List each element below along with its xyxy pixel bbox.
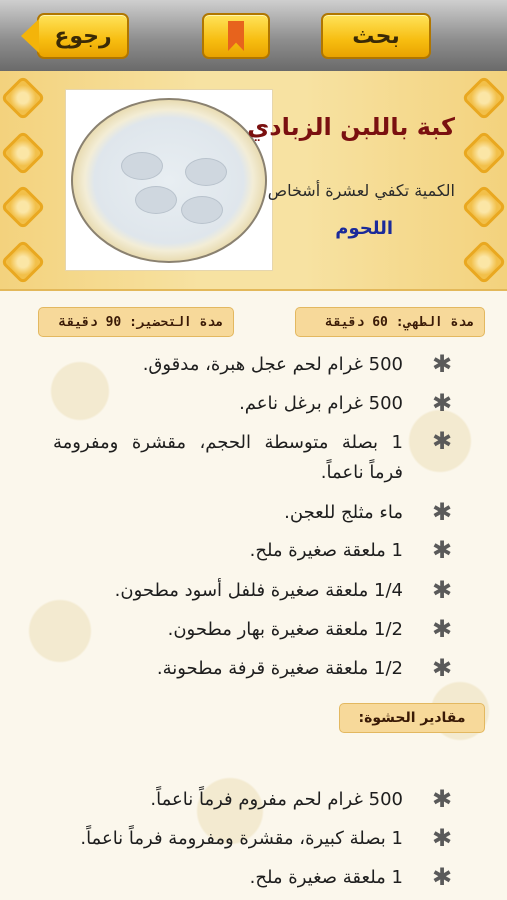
bookmark-button[interactable] <box>202 13 270 59</box>
recipe-category-link[interactable]: اللحوم <box>335 218 393 239</box>
ornament-icon <box>461 239 507 285</box>
ingredient-text: 1 ملعقة صغيرة ملح. <box>249 540 403 561</box>
ornament-icon <box>0 239 46 285</box>
prep-time-badge: مدة التحضير: 90 دقيقة <box>38 307 234 337</box>
recipe-header: كبة باللبن الزبادي الكمية تكفي لعشرة أشخ… <box>0 71 507 291</box>
cook-time-badge: مدة الطهي: 60 دقيقة <box>295 307 485 337</box>
ingredient-text: 1 بصلة كبيرة، مقشرة ومفرومة فرماً ناعماً… <box>80 828 403 849</box>
asterisk-bullet-icon: ✱ <box>431 654 453 682</box>
top-toolbar: رجوع بحث <box>0 0 507 72</box>
ornament-icon <box>0 184 46 230</box>
prep-time-value: 90 دقيقة <box>58 314 122 330</box>
bookmark-icon <box>228 21 244 51</box>
ingredient-text: 1/4 ملعقة صغيرة فلفل أسود مطحون. <box>114 580 403 601</box>
asterisk-bullet-icon: ✱ <box>431 350 453 378</box>
recipe-serving-size: الكمية تكفي لعشرة أشخاص <box>267 181 455 200</box>
back-button-label: رجوع <box>54 23 112 49</box>
filling-section-header: مقادير الحشوة: <box>339 703 485 733</box>
ornament-icon <box>0 130 46 176</box>
asterisk-bullet-icon: ✱ <box>431 863 453 891</box>
ingredient-text: 1/2 ملعقة صغيرة قرفة مطحونة. <box>156 658 403 679</box>
ingredient-text: 1 بصلة متوسطة الحجم، مقشرة ومفرومة فرماً… <box>53 432 403 483</box>
ingredient-text: ماء مثلج للعجن. <box>284 502 403 523</box>
search-button[interactable]: بحث <box>321 13 431 59</box>
right-ornament-border <box>461 71 507 289</box>
ingredient-text: 500 غرام لحم مفروم فرماً ناعماً. <box>150 789 403 810</box>
cook-time-label: مدة الطهي: <box>395 314 474 330</box>
recipe-photo <box>65 89 273 271</box>
prep-time-label: مدة التحضير: <box>129 314 223 330</box>
cook-time-value: 60 دقيقة <box>325 314 388 330</box>
search-button-label: بحث <box>352 23 400 49</box>
asterisk-bullet-icon: ✱ <box>431 536 453 564</box>
plate-image <box>71 97 267 263</box>
asterisk-bullet-icon: ✱ <box>431 389 453 417</box>
ingredient-text: 1/2 ملعقة صغيرة بهار مطحون. <box>167 619 403 640</box>
ornament-icon <box>461 75 507 121</box>
asterisk-bullet-icon: ✱ <box>431 824 453 852</box>
left-ornament-border <box>0 71 46 289</box>
asterisk-bullet-icon: ✱ <box>431 498 453 526</box>
asterisk-bullet-icon: ✱ <box>431 785 453 813</box>
ornament-icon <box>461 130 507 176</box>
recipe-title: كبة باللبن الزبادي <box>247 113 455 141</box>
ornament-icon <box>0 75 46 121</box>
asterisk-bullet-icon: ✱ <box>431 427 453 455</box>
asterisk-bullet-icon: ✱ <box>431 576 453 604</box>
back-button[interactable]: رجوع <box>21 13 129 59</box>
recipe-content: مدة الطهي: 60 دقيقة مدة التحضير: 90 دقيق… <box>0 291 507 900</box>
ingredient-text: 1 ملعقة صغيرة ملح. <box>249 867 403 888</box>
ornament-icon <box>461 184 507 230</box>
asterisk-bullet-icon: ✱ <box>431 615 453 643</box>
ingredient-text: 500 غرام لحم عجل هبرة، مدقوق. <box>142 354 403 375</box>
ingredient-text: 500 غرام برغل ناعم. <box>239 393 403 414</box>
